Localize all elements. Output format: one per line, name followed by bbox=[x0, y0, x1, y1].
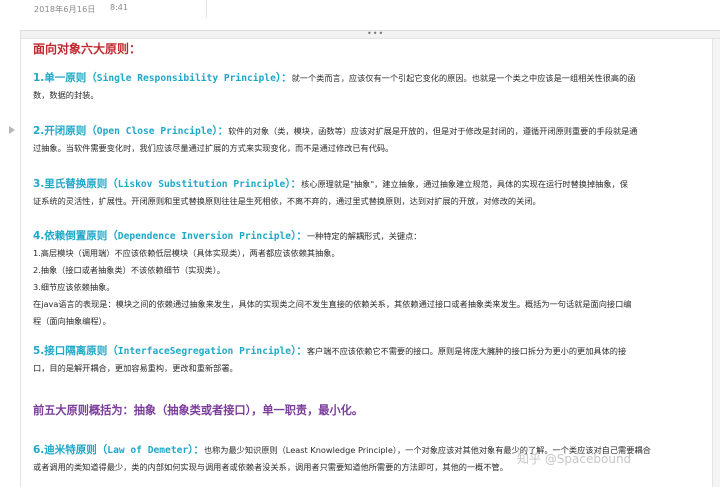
section-heading: 6.迪米特原则（Law of Demeter）： bbox=[33, 444, 204, 456]
section-text: 过抽象。当软件需要变化时，我们应该尽量通过扩展的方式来实现变化，而不是通过修改已… bbox=[33, 143, 394, 153]
resize-grip[interactable]: ••• bbox=[21, 29, 720, 39]
section-dip: 4.依赖倒置原则（Dependence Inversion Principle）… bbox=[33, 228, 693, 330]
section-text: 2.抽象（接口或者抽象类）不该依赖细节（实现类）。 bbox=[33, 265, 226, 275]
section-isp: 5.接口隔离原则（InterfaceSegregation Principle）… bbox=[33, 343, 693, 377]
section-ocp: 2.开闭原则（Open Close Principle）：软件的对象（类，模块，… bbox=[33, 123, 693, 157]
section-text: 一种特定的解耦形式，关键点： bbox=[306, 231, 422, 241]
note-time: 8:41 bbox=[110, 3, 128, 12]
note-header: 2018年6月16日 8:41 bbox=[0, 0, 720, 30]
section-heading: 3.里氏替换原则（Liskov Substitution Principle）： bbox=[33, 178, 302, 190]
watermark: 知乎 @Spacebound bbox=[517, 452, 632, 466]
section-text: 软件的对象（类，模块，函数等）应该对扩展是开放的，但是对于修改是封闭的，遵循开闭… bbox=[228, 126, 638, 136]
section-text: 客户端不应该依赖它不需要的接口。原则是将庞大臃肿的接口拆分为更小的更加具体的接 bbox=[306, 346, 627, 356]
section-text: 核心原理就是"抽象"，建立抽象，通过抽象建立规范，具体的实现在运行时替换掉抽象，… bbox=[301, 179, 628, 189]
section-text: 数，数据的封装。 bbox=[33, 90, 99, 100]
section-text: 在java语言的表现是：模块之间的依赖通过抽象来发生，具体的实现类之间不发生直接… bbox=[33, 299, 632, 309]
section-heading: 2.开闭原则（Open Close Principle）： bbox=[33, 125, 229, 137]
section-text: 口，目的是解开耦合，更加容易重构，更改和重新部署。 bbox=[33, 363, 238, 373]
summary-text: 前五大原则概括为：抽象（抽象类或者接口），单一职责，最小化。 bbox=[33, 404, 364, 417]
header-divider bbox=[206, 0, 207, 18]
grip-dots-icon: ••• bbox=[367, 29, 385, 38]
section-heading: 4.依赖倒置原则（Dependence Inversion Principle）… bbox=[33, 230, 307, 242]
scrollbar-track[interactable] bbox=[712, 39, 720, 487]
expand-arrow-icon[interactable] bbox=[9, 126, 15, 134]
section-srp: 1.单一原则（Single Responsibility Principle）：… bbox=[33, 70, 693, 104]
section-lsp: 3.里氏替换原则（Liskov Substitution Principle）：… bbox=[33, 176, 693, 210]
section-heading: 5.接口隔离原则（InterfaceSegregation Principle）… bbox=[33, 345, 307, 357]
section-heading: 1.单一原则（Single Responsibility Principle）： bbox=[33, 72, 292, 84]
section-text: 1.高层模块（调用端）不应该依赖低层模块（具体实现类），两者都应该依赖其抽象。 bbox=[33, 248, 340, 258]
section-text: 3.细节应该依赖抽象。 bbox=[33, 282, 115, 292]
note-date: 2018年6月16日 bbox=[34, 5, 96, 14]
section-text: 证系统的灵活性，扩展性。开闭原则和里式替换原则往往是生死相依，不离不弃的，通过里… bbox=[33, 196, 541, 206]
page-title: 面向对象六大原则： bbox=[33, 42, 142, 56]
section-text: 程（面向抽象编程）。 bbox=[33, 316, 111, 326]
section-text: 就一个类而言，应该仅有一个引起它变化的原因。也就是一个类之中应该是一组相关性很高… bbox=[291, 73, 636, 83]
